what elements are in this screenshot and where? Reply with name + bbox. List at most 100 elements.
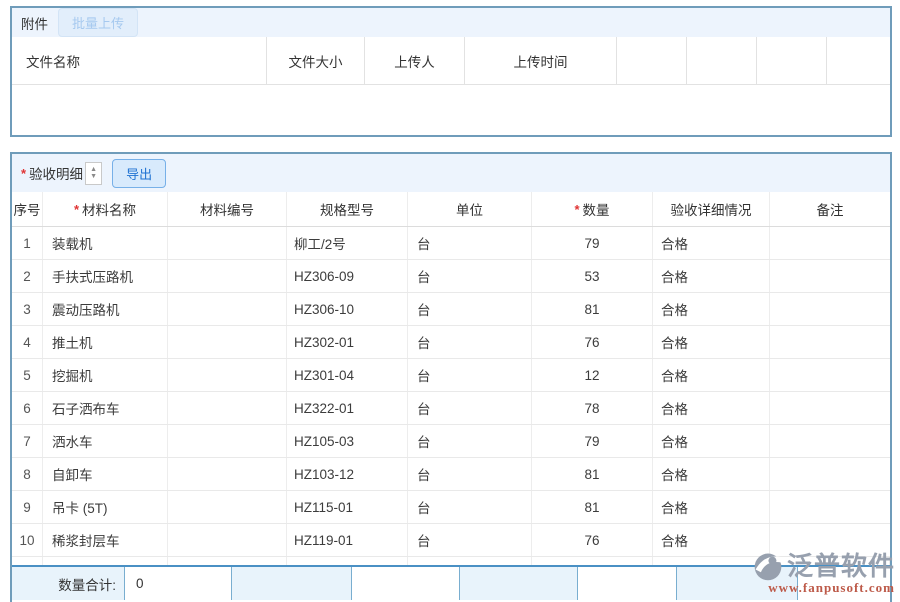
cell-material-code xyxy=(168,359,287,391)
attachments-col-uploader: 上传人 xyxy=(365,37,465,84)
cell-material-code xyxy=(168,458,287,490)
cell-seq: 9 xyxy=(12,491,43,523)
attachments-title: 附件 xyxy=(21,13,48,33)
batch-upload-button[interactable]: 批量上传 xyxy=(58,8,138,37)
totals-spacer-cell xyxy=(460,567,578,600)
attachments-col-uploadtime: 上传时间 xyxy=(465,37,617,84)
attachments-col-filesize: 文件大小 xyxy=(267,37,365,84)
cell-spec: HZ306-09 xyxy=(287,260,408,292)
cell-seq: 10 xyxy=(12,524,43,556)
table-row[interactable]: 10 稀浆封层车 HZ119-01 台 76 合格 xyxy=(12,524,890,557)
table-row[interactable]: 7 洒水车 HZ105-03 台 79 合格 xyxy=(12,425,890,458)
stepper-up-icon[interactable]: ▲ xyxy=(90,166,97,173)
cell-material-code xyxy=(168,491,287,523)
cell-qty: 76 xyxy=(532,326,653,358)
export-button[interactable]: 导出 xyxy=(112,159,166,188)
cell-remark xyxy=(770,425,890,457)
attachments-col-empty-3 xyxy=(757,37,827,84)
table-row-partial xyxy=(12,557,890,565)
total-quantity-label: 数量合计: xyxy=(12,567,125,600)
cell-result: 合格 xyxy=(653,326,770,358)
cell-seq: 6 xyxy=(12,392,43,424)
table-row[interactable]: 4 推土机 HZ302-01 台 76 合格 xyxy=(12,326,890,359)
cell-qty: 79 xyxy=(532,227,653,259)
cell-remark xyxy=(770,326,890,358)
totals-spacer-cell xyxy=(578,567,677,600)
cell-result: 合格 xyxy=(653,524,770,556)
row-count-stepper[interactable]: ▲▼ xyxy=(85,162,102,185)
cell-material-code xyxy=(168,392,287,424)
table-row[interactable]: 9 吊卡 (5T) HZ115-01 台 81 合格 xyxy=(12,491,890,524)
col-seq: 序号 xyxy=(12,192,43,226)
cell-material-code xyxy=(168,326,287,358)
cell-spec: HZ105-03 xyxy=(287,425,408,457)
cell-spec: 柳工/2号 xyxy=(287,227,408,259)
cell-result: 合格 xyxy=(653,293,770,325)
cell-unit: 台 xyxy=(408,392,532,424)
col-material-name: *材料名称 xyxy=(43,192,168,226)
cell-material-code xyxy=(168,293,287,325)
totals-spacer-cell xyxy=(352,567,460,600)
cell-remark xyxy=(770,227,890,259)
cell-material-code xyxy=(168,260,287,292)
col-remark: 备注 xyxy=(770,192,890,226)
totals-row: 数量合计: 0 xyxy=(12,565,890,600)
col-material-code: 材料编号 xyxy=(168,192,287,226)
cell-seq: 8 xyxy=(12,458,43,490)
cell-material-code xyxy=(168,425,287,457)
cell-spec: HZ322-01 xyxy=(287,392,408,424)
cell-result: 合格 xyxy=(653,458,770,490)
table-row[interactable]: 1 装载机 柳工/2号 台 79 合格 xyxy=(12,227,890,260)
cell-material-name: 推土机 xyxy=(43,326,168,358)
required-mark: * xyxy=(74,202,79,217)
cell-remark xyxy=(770,359,890,391)
cell-spec: HZ103-12 xyxy=(287,458,408,490)
table-row[interactable]: 5 挖掘机 HZ301-04 台 12 合格 xyxy=(12,359,890,392)
cell-result: 合格 xyxy=(653,359,770,391)
totals-spacer-cell xyxy=(232,567,352,600)
table-row[interactable]: 6 石子洒布车 HZ322-01 台 78 合格 xyxy=(12,392,890,425)
cell-seq: 3 xyxy=(12,293,43,325)
acceptance-table-header: 序号 *材料名称 材料编号 规格型号 单位 *数量 验收详细情况 备注 xyxy=(12,192,890,227)
table-row[interactable]: 2 手扶式压路机 HZ306-09 台 53 合格 xyxy=(12,260,890,293)
cell-spec: HZ306-10 xyxy=(287,293,408,325)
attachments-table-header: 文件名称 文件大小 上传人 上传时间 xyxy=(12,37,890,85)
attachments-col-empty-1 xyxy=(617,37,687,84)
cell-unit: 台 xyxy=(408,260,532,292)
cell-material-name: 装载机 xyxy=(43,227,168,259)
cell-unit: 台 xyxy=(408,359,532,391)
table-row[interactable]: 3 震动压路机 HZ306-10 台 81 合格 xyxy=(12,293,890,326)
cell-seq: 1 xyxy=(12,227,43,259)
totals-spacer-cell xyxy=(798,567,890,600)
cell-result: 合格 xyxy=(653,425,770,457)
attachments-col-filename: 文件名称 xyxy=(12,37,267,84)
cell-remark xyxy=(770,260,890,292)
attachments-empty-body xyxy=(12,85,890,137)
cell-result: 合格 xyxy=(653,392,770,424)
acceptance-panel: * 验收明细 ▲▼ 导出 序号 *材料名称 材料编号 规格型号 单位 *数量 验… xyxy=(10,152,892,602)
stepper-down-icon[interactable]: ▼ xyxy=(90,173,97,180)
cell-material-code xyxy=(168,227,287,259)
table-row[interactable]: 8 自卸车 HZ103-12 台 81 合格 xyxy=(12,458,890,491)
cell-material-name: 自卸车 xyxy=(43,458,168,490)
cell-qty: 79 xyxy=(532,425,653,457)
totals-spacer-cell xyxy=(677,567,798,600)
cell-result: 合格 xyxy=(653,491,770,523)
cell-qty: 53 xyxy=(532,260,653,292)
cell-seq: 5 xyxy=(12,359,43,391)
col-spec: 规格型号 xyxy=(287,192,408,226)
acceptance-title: 验收明细 xyxy=(29,163,83,183)
cell-spec: HZ115-01 xyxy=(287,491,408,523)
cell-seq: 4 xyxy=(12,326,43,358)
cell-unit: 台 xyxy=(408,293,532,325)
cell-unit: 台 xyxy=(408,425,532,457)
cell-material-name: 稀浆封层车 xyxy=(43,524,168,556)
cell-material-name: 洒水车 xyxy=(43,425,168,457)
acceptance-panel-header: * 验收明细 ▲▼ 导出 xyxy=(12,154,890,192)
cell-qty: 76 xyxy=(532,524,653,556)
cell-spec: HZ119-01 xyxy=(287,524,408,556)
cell-qty: 78 xyxy=(532,392,653,424)
cell-remark xyxy=(770,458,890,490)
total-quantity-value[interactable]: 0 xyxy=(125,567,232,600)
cell-spec: HZ302-01 xyxy=(287,326,408,358)
